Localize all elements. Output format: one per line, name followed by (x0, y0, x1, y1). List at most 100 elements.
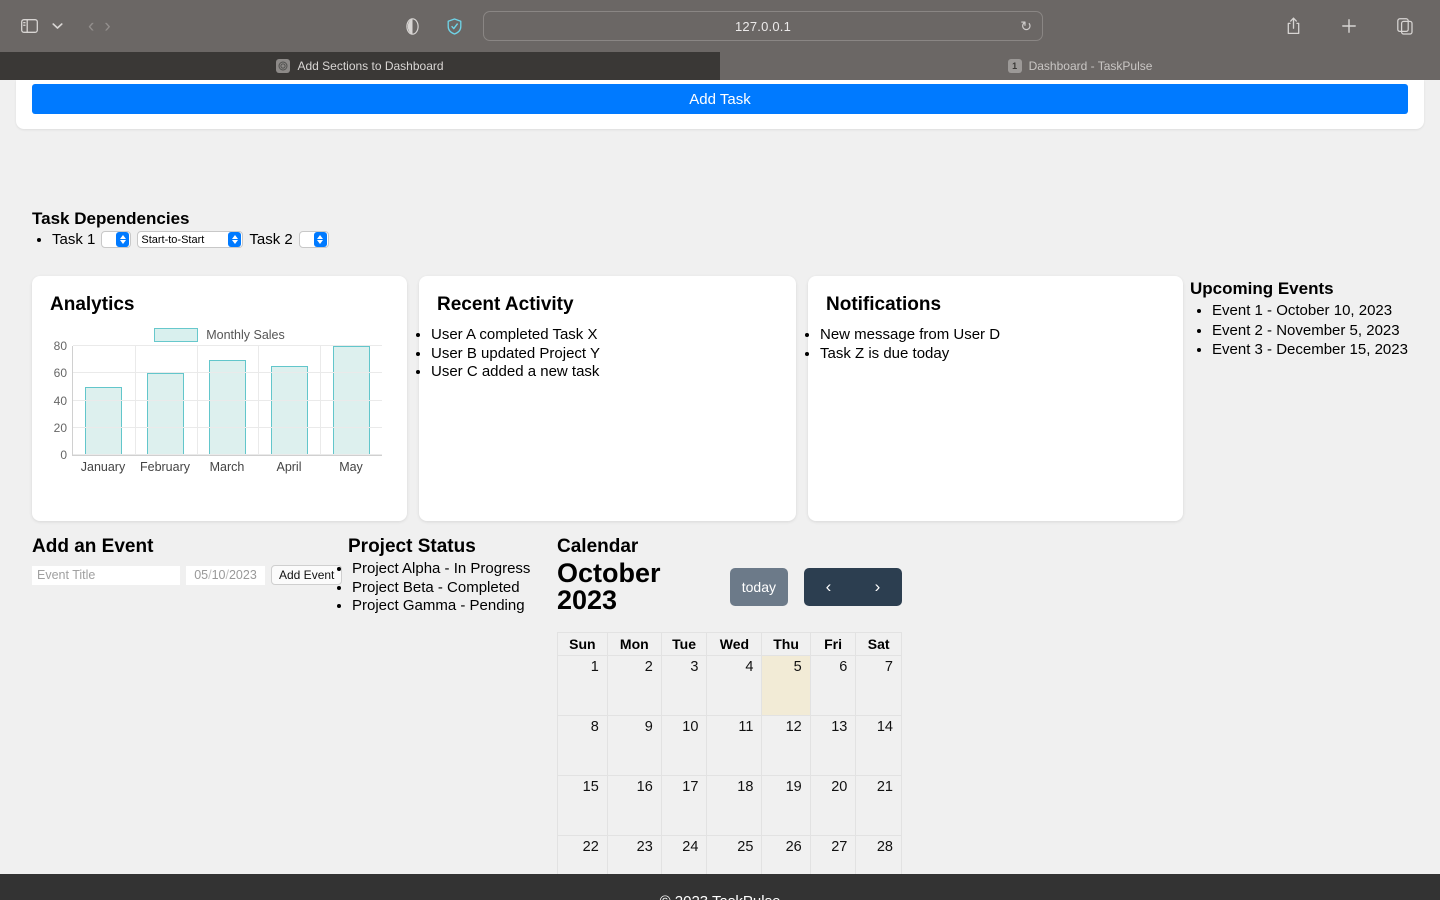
forward-icon[interactable]: › (104, 17, 110, 36)
back-icon[interactable]: ‹ (88, 17, 94, 36)
chart-bar-slot (258, 346, 320, 455)
sidebar-toggle-icon[interactable] (14, 12, 44, 40)
chart-bar-slot (135, 346, 197, 455)
calendar-day-cell[interactable]: 4 (706, 655, 763, 716)
chart-bar (147, 373, 185, 455)
chart-x-label: April (276, 460, 302, 474)
url-text: 127.0.0.1 (734, 18, 791, 34)
task-dependencies-list: Task 1 Start-to-Start Task 2 (32, 231, 329, 248)
notification-item: New message from User D (820, 326, 1183, 345)
task1-label: Task 1 (52, 231, 96, 248)
tab-title: Dashboard - TaskPulse (1028, 59, 1153, 73)
calendar-day-cell[interactable]: 12 (761, 715, 811, 776)
analytics-title: Analytics (50, 294, 135, 315)
task1-select[interactable] (101, 231, 132, 248)
activity-item: User A completed Task X (431, 326, 796, 345)
chart-gridline: 40 (54, 394, 382, 408)
task2-select[interactable] (298, 231, 329, 248)
task1-select-wrapper[interactable] (101, 231, 132, 248)
new-tab-icon[interactable] (1334, 12, 1364, 40)
calendar-day-cell[interactable]: 2 (606, 655, 662, 716)
tab-add-sections-to-dashboard[interactable]: Add Sections to Dashboard (0, 52, 720, 80)
project-status-item: Project Gamma - Pending (352, 597, 560, 616)
share-icon[interactable] (1278, 12, 1308, 40)
add-event-form: 05/10/2023 Add Event (32, 565, 343, 585)
project-status-list: Project Alpha - In ProgressProject Beta … (330, 560, 560, 616)
upcoming-events-section: Upcoming Events Event 1 - October 10, 20… (1190, 279, 1440, 360)
calendar-day-cell[interactable]: 14 (855, 715, 902, 776)
calendar-day-cell[interactable]: 1 (557, 655, 608, 716)
privacy-report-icon[interactable] (397, 12, 427, 40)
project-status-title: Project Status (348, 536, 476, 557)
date-month: 05 (194, 568, 209, 582)
chart-gridline: 0 (60, 448, 382, 462)
calendar-prev-button[interactable]: ‹ (804, 568, 853, 606)
relation-select[interactable]: Start-to-Start (137, 231, 244, 248)
calendar-day-cell[interactable]: 13 (809, 715, 857, 776)
event-date-input[interactable]: 05/10/2023 (186, 565, 265, 585)
recent-activity-title: Recent Activity (437, 294, 574, 315)
calendar-day-cell[interactable]: 16 (606, 775, 662, 836)
event-title-input[interactable] (32, 565, 180, 585)
chart-y-tick: 80 (53, 339, 67, 353)
browser-toolbar: ‹ › 127.0.0.1 ↻ (0, 0, 1440, 52)
calendar-section: Calendar October 2023 today ‹ › Sun Mon Tu… (557, 536, 902, 896)
activity-item: User B updated Project Y (431, 345, 796, 364)
reload-icon[interactable]: ↻ (1020, 18, 1032, 35)
calendar-next-button[interactable]: › (853, 568, 902, 606)
chart-gridline: 80 (54, 339, 382, 353)
tab-bar: Add Sections to Dashboard 1 Dashboard - … (0, 52, 1440, 80)
chart-x-label: January (80, 460, 126, 474)
tab-dashboard-taskpulse[interactable]: 1 Dashboard - TaskPulse (720, 52, 1440, 80)
chart-gridline: 60 (54, 366, 382, 380)
chart-vertical-gridline (258, 346, 260, 455)
calendar-body: 1 2 3 4 5 6 7 8 9 10 11 12 13 14 15 16 17 18 19 20 21 22 23 24 2… (557, 655, 902, 896)
recent-activity-card: Recent Activity User A completed Task XU… (419, 276, 796, 521)
calendar-header: October 2023 today ‹ › (557, 560, 902, 614)
chevron-down-icon[interactable] (46, 12, 68, 40)
calendar-day-cell[interactable]: 17 (660, 775, 708, 836)
calendar-weekday: Fri (809, 632, 857, 656)
calendar-day-cell[interactable]: 19 (761, 775, 811, 836)
add-event-section: Add an Event 05/10/2023 Add Event (32, 536, 343, 585)
calendar-day-cell[interactable]: 11 (706, 715, 763, 776)
toolbar-left-group: ‹ › (14, 12, 111, 40)
chart-x-label: May (339, 460, 363, 474)
task-dependencies-title: Task Dependencies (32, 209, 190, 228)
calendar-weekday: Sun (557, 632, 608, 656)
task2-select-wrapper[interactable] (298, 231, 329, 248)
calendar-day-cell[interactable]: 8 (557, 715, 608, 776)
project-status-section: Project Status Project Alpha - In Progre… (330, 536, 560, 616)
add-event-title: Add an Event (32, 536, 154, 557)
tab-overview-icon[interactable] (1390, 12, 1420, 40)
calendar-day-cell[interactable]: 18 (706, 775, 763, 836)
project-status-item: Project Alpha - In Progress (352, 560, 560, 579)
calendar-day-cell[interactable]: 21 (855, 775, 902, 836)
calendar-day-cell[interactable]: 20 (809, 775, 857, 836)
calendar-day-cell[interactable]: 5 (761, 655, 811, 716)
calendar-day-cell[interactable]: 6 (809, 655, 857, 716)
calendar-day-cell[interactable]: 3 (660, 655, 708, 716)
calendar-day-cell[interactable]: 9 (606, 715, 662, 776)
chart-legend: Monthly Sales (32, 328, 407, 342)
calendar-day-cell[interactable]: 10 (660, 715, 708, 776)
upcoming-event-item: Event 1 - October 10, 2023 (1212, 301, 1440, 321)
calendar-day-cell[interactable]: 7 (855, 655, 902, 716)
project-status-item: Project Beta - Completed (352, 579, 560, 598)
calendar-day-cell[interactable]: 15 (557, 775, 608, 836)
address-bar[interactable]: 127.0.0.1 ↻ (483, 11, 1043, 41)
chart-vertical-gridline (196, 346, 198, 455)
calendar-weekday: Thu (761, 632, 811, 656)
calendar-today-button[interactable]: today (729, 568, 788, 606)
shield-icon[interactable] (439, 12, 469, 40)
calendar-week-row: 8 9 10 11 12 13 14 (557, 715, 902, 776)
task-dependencies-section: Task Dependencies Task 1 Start-to-Start (32, 209, 329, 248)
calendar-weekday: Tue (660, 632, 708, 656)
address-area: 127.0.0.1 ↻ (397, 11, 1043, 41)
relation-select-wrapper[interactable]: Start-to-Start (137, 231, 244, 248)
upcoming-event-item: Event 3 - December 15, 2023 (1212, 340, 1440, 360)
recent-activity-list: User A completed Task XUser B updated Pr… (419, 326, 796, 382)
footer-text: © 2023 TaskPulse (660, 893, 781, 900)
notification-item: Task Z is due today (820, 345, 1183, 364)
add-task-button[interactable]: Add Task (32, 84, 1408, 114)
